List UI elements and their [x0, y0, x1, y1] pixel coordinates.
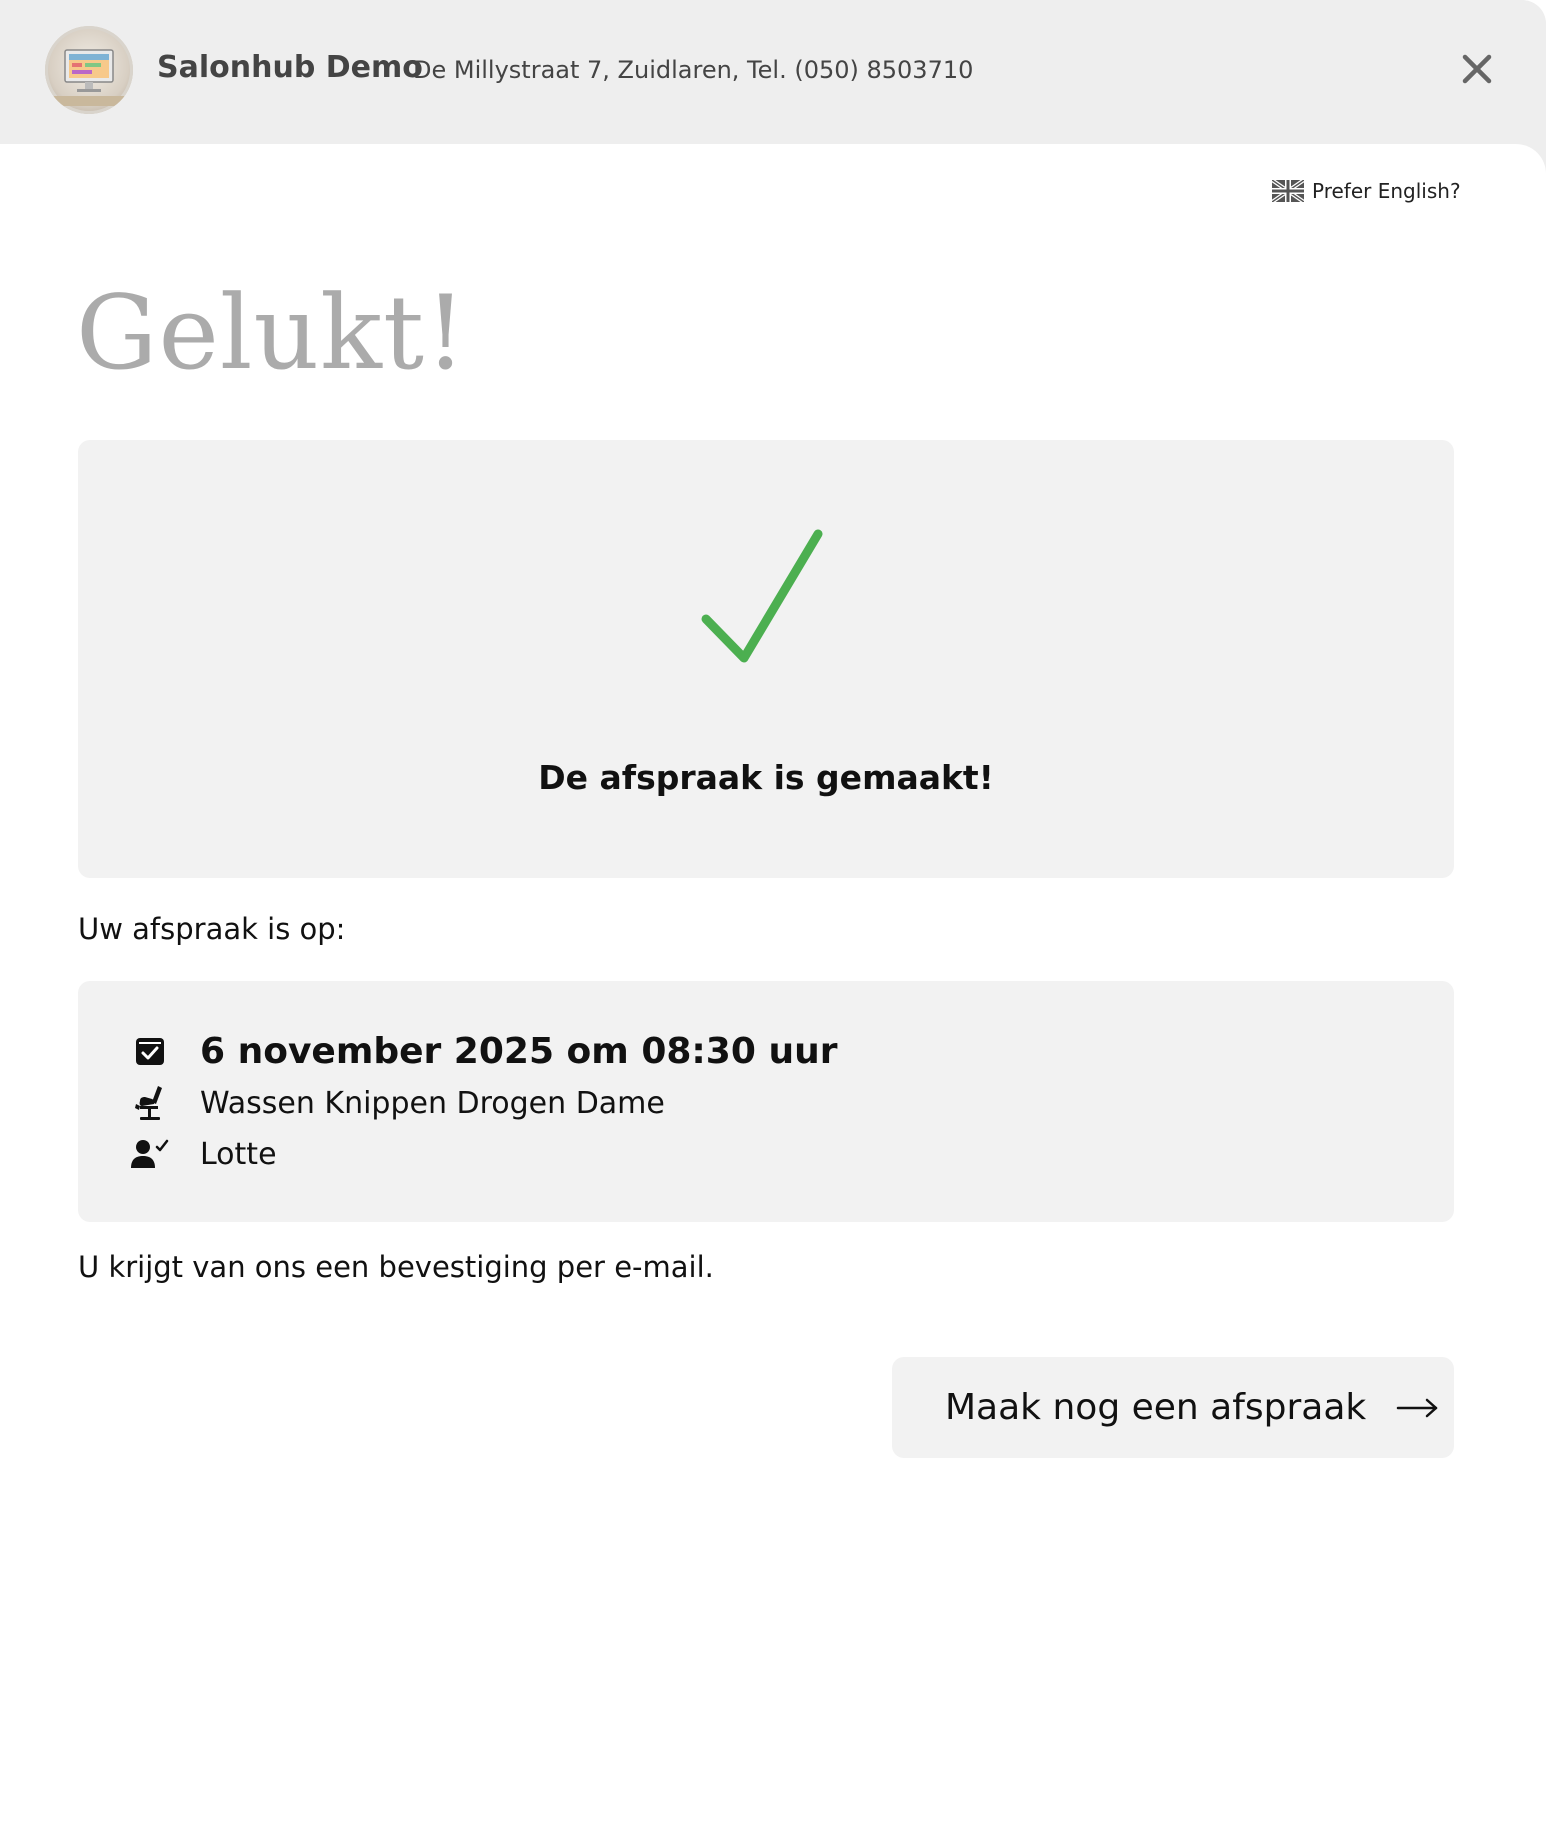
close-icon [1462, 54, 1492, 84]
language-switch-link[interactable]: Prefer English? [1272, 178, 1461, 204]
appointment-details: 6 november 2025 om 08:30 uur Wassen Knip… [78, 981, 1454, 1222]
confirmation-note: U krijgt van ons een bevestiging per e-m… [78, 1250, 714, 1284]
checkmark-stroke [701, 529, 823, 663]
appointment-datetime-row: 6 november 2025 om 08:30 uur [126, 1029, 837, 1073]
arrow-right-icon [1397, 1398, 1438, 1417]
success-message: De afspraak is gemaakt! [538, 758, 994, 797]
salon-address: De Millystraat 7, Zuidlaren, Tel. (050) … [413, 56, 974, 84]
book-again-label: Maak nog een afspraak [945, 1387, 1367, 1428]
appointment-service-row: Wassen Knippen Drogen Dame [126, 1081, 665, 1125]
close-button[interactable] [1458, 50, 1496, 88]
appointment-intro: Uw afspraak is op: [78, 912, 346, 946]
appointment-datetime: 6 november 2025 om 08:30 uur [200, 1030, 838, 1072]
salon-chair-icon [135, 1086, 162, 1120]
modal-header: Salonhub Demo De Millystraat 7, Zuidlare… [0, 0, 1546, 144]
salon-logo [45, 26, 133, 114]
appointment-staff: Lotte [200, 1136, 277, 1172]
booking-modal: Salonhub Demo De Millystraat 7, Zuidlare… [0, 0, 1546, 1830]
uk-flag-icon [1272, 180, 1304, 202]
salon-name: Salonhub Demo [157, 50, 423, 85]
appointment-staff-row: Lotte [126, 1132, 277, 1176]
book-again-button[interactable]: Maak nog een afspraak [892, 1357, 1454, 1458]
language-switch-label: Prefer English? [1312, 179, 1461, 203]
calendar-check-icon [136, 1038, 164, 1065]
appointment-service: Wassen Knippen Drogen Dame [200, 1085, 665, 1121]
success-panel: De afspraak is gemaakt! [78, 440, 1454, 878]
content-sheet: Prefer English? Gelukt! De afspraak is g… [0, 144, 1546, 1830]
user-check-icon [131, 1139, 169, 1168]
page-title: Gelukt! [76, 274, 467, 393]
